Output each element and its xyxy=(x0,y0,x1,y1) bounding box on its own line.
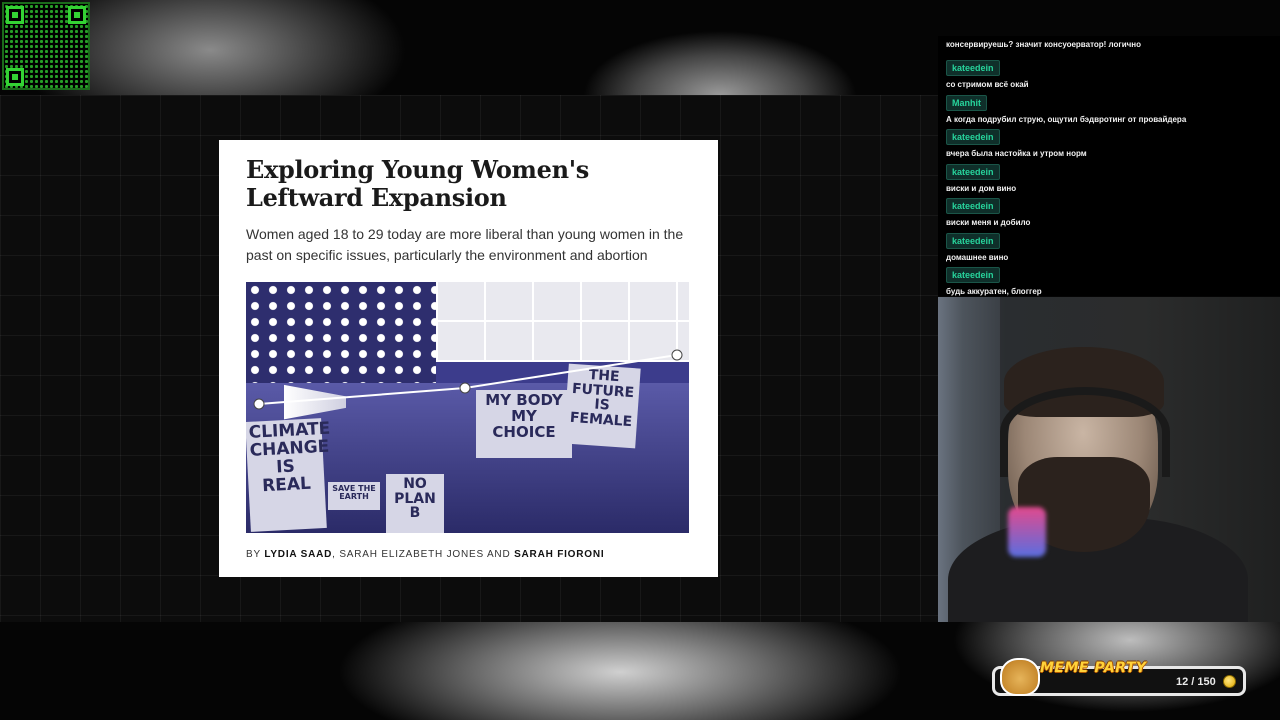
article-hero-image: CLIMATE CHANGE IS REAL MY BODY MY CHOICE… xyxy=(246,282,689,533)
chat-message: kateedein виски меня и добило xyxy=(946,196,1030,228)
qr-code xyxy=(2,2,90,90)
chat-message: kateedein виски и дом вино xyxy=(946,162,1016,194)
chat-panel: консервируешь? значит консуоерватор! лог… xyxy=(938,36,1280,296)
chat-message: kateedein будь аккуратен, блоггер xyxy=(946,265,1042,296)
qr-finder-top-right xyxy=(68,6,86,24)
chat-message-text: А когда подрубил струю, ощутил бэдвротин… xyxy=(946,114,1187,124)
chat-message-text: вчера была настойка и утром норм xyxy=(946,149,1087,158)
chat-message-text: будь аккуратен, блоггер xyxy=(946,287,1042,296)
webcam-feed xyxy=(938,297,1280,622)
chat-message: kateedein домашнее вино xyxy=(946,231,1008,263)
chat-message-text: домашнее вино xyxy=(946,252,1009,262)
qr-finder-bottom-left xyxy=(6,68,24,86)
article-title: Exploring Young Women's Leftward Expansi… xyxy=(246,155,590,212)
qr-finder-top-left xyxy=(6,6,24,24)
chat-message: kateedein со стримом всё окай xyxy=(946,58,1029,90)
article-subtitle: Women aged 18 to 29 today are more liber… xyxy=(246,226,684,263)
chat-username[interactable]: kateedein xyxy=(946,267,1000,283)
chat-message-text: консервируешь? значит консуоерватор! лог… xyxy=(946,40,1142,49)
chat-message: Manhit А когда подрубил струю, ощутил бэд… xyxy=(946,93,1186,125)
chat-message: kateedein вчера была настойка и утром нор… xyxy=(946,127,1087,159)
article-byline: BY LYDIA SAAD, SARAH ELIZABETH JONES AND… xyxy=(246,549,605,560)
chat-username[interactable]: Manhit xyxy=(946,94,987,111)
headset-icon xyxy=(1000,387,1170,477)
chat-message-text: виски меня и добило xyxy=(946,218,1031,227)
chat-message-text: со стримом всё окай xyxy=(946,80,1029,89)
trend-line-overlay xyxy=(253,349,683,410)
chat-username[interactable]: kateedein xyxy=(946,198,1000,214)
meme-party-count: 12 / 150 xyxy=(1176,676,1216,688)
chat-username[interactable]: kateedein xyxy=(946,232,1000,249)
chat-username[interactable]: kateedein xyxy=(946,129,1000,145)
doge-icon xyxy=(1000,658,1040,696)
coin-icon xyxy=(1223,675,1236,688)
chat-message-text: виски и дом вино xyxy=(946,183,1017,193)
article-card: Exploring Young Women's Leftward Expansi… xyxy=(219,140,718,577)
chat-username[interactable]: kateedein xyxy=(946,60,1000,76)
chat-username[interactable]: kateedein xyxy=(946,163,1000,180)
meme-party-label: MEME PARTY xyxy=(1040,660,1147,676)
microphone-icon xyxy=(1008,507,1046,557)
